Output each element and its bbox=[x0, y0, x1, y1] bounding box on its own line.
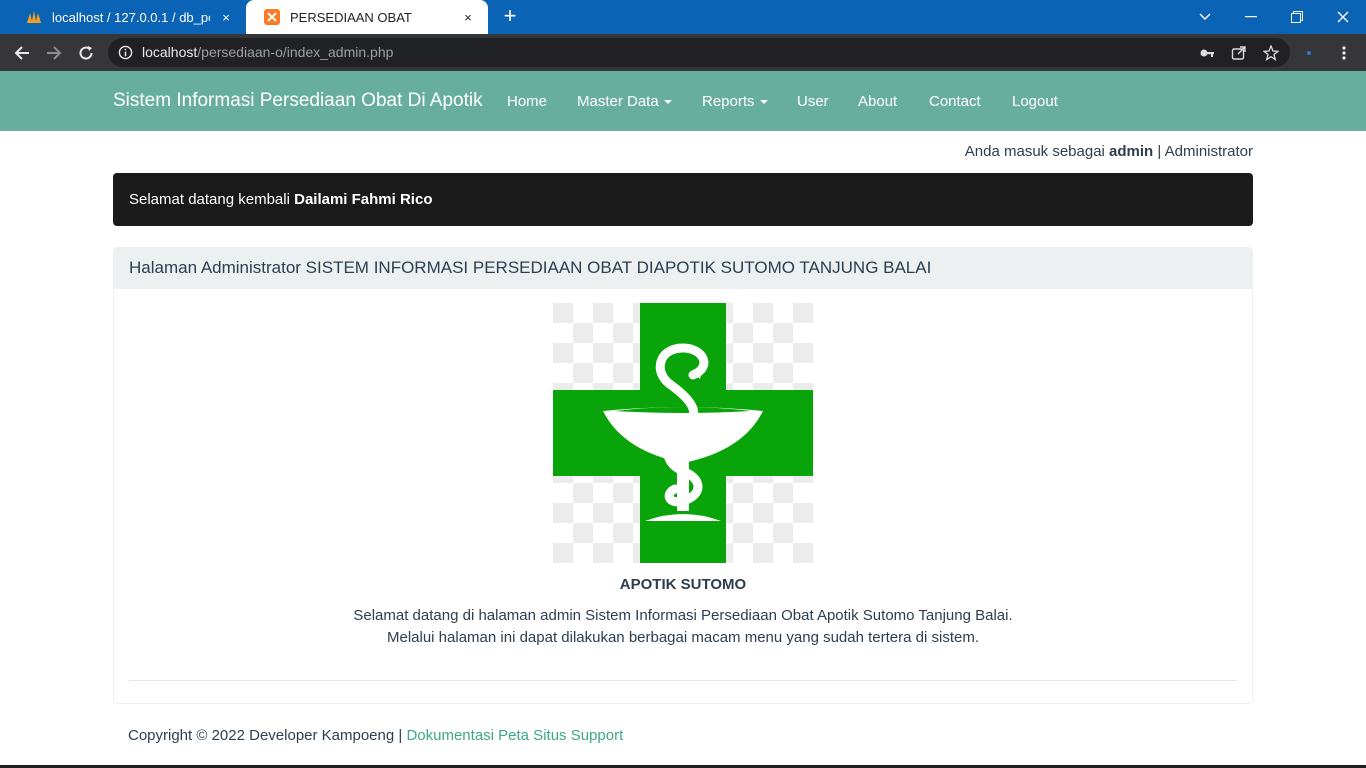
admin-panel: Halaman Administrator SISTEM INFORMASI P… bbox=[113, 247, 1253, 704]
login-role: Administrator bbox=[1164, 143, 1253, 160]
login-username: admin bbox=[1109, 143, 1154, 160]
nav-label: Reports bbox=[702, 93, 755, 110]
description-line-1: Selamat datang di halaman admin Sistem I… bbox=[353, 607, 1013, 624]
share-icon[interactable] bbox=[1230, 44, 1248, 62]
reload-icon[interactable] bbox=[73, 40, 99, 66]
tab-title: localhost / 127.0.0.1 / db_persediaan bbox=[52, 9, 210, 25]
tab-close-icon[interactable]: × bbox=[218, 10, 234, 25]
tab-close-icon[interactable]: × bbox=[460, 10, 476, 25]
shop-name: APOTIK SUTOMO bbox=[619, 576, 747, 593]
browser-toolbar: localhost/persediaan-o/index_admin.php bbox=[0, 34, 1366, 71]
description-line-2: Melalui halaman ini dapat dilakukan berb… bbox=[387, 629, 979, 646]
welcome-alert: Selamat datang kembali Dailami Fahmi Ric… bbox=[113, 173, 1253, 226]
url-path: /persediaan-o/index_admin.php bbox=[197, 44, 394, 60]
pharmacy-logo bbox=[553, 303, 813, 563]
menu-icon[interactable] bbox=[1331, 40, 1357, 66]
site-navbar: Sistem Informasi Persediaan Obat Di Apot… bbox=[0, 71, 1366, 131]
key-icon[interactable] bbox=[1198, 44, 1216, 62]
welcome-text: Selamat datang kembali bbox=[129, 191, 295, 208]
site-brand[interactable]: Sistem Informasi Persediaan Obat Di Apot… bbox=[113, 90, 483, 112]
minimize-icon[interactable] bbox=[1228, 0, 1274, 34]
divider bbox=[129, 680, 1237, 681]
profile-icon[interactable] bbox=[1296, 40, 1322, 66]
login-info: Anda masuk sebagai admin | Administrator bbox=[965, 143, 1253, 160]
address-bar[interactable]: localhost/persediaan-o/index_admin.php bbox=[108, 38, 1290, 67]
browser-tab-persediaan[interactable]: PERSEDIAAN OBAT × bbox=[246, 0, 488, 34]
welcome-user-name: Dailami Fahmi Rico bbox=[294, 191, 433, 208]
login-separator: | bbox=[1153, 143, 1165, 160]
phpmyadmin-icon bbox=[26, 9, 42, 25]
nav-logout[interactable]: Logout bbox=[1012, 93, 1058, 110]
bookmark-star-icon[interactable] bbox=[1262, 44, 1280, 62]
site-info-icon[interactable] bbox=[118, 45, 133, 60]
nav-user[interactable]: User bbox=[797, 93, 829, 110]
back-icon[interactable] bbox=[9, 40, 35, 66]
caret-down-icon bbox=[663, 100, 672, 105]
nav-about[interactable]: About bbox=[858, 93, 897, 110]
nav-master-data[interactable]: Master Data bbox=[577, 93, 672, 110]
nav-contact[interactable]: Contact bbox=[929, 93, 981, 110]
forward-icon[interactable] bbox=[41, 40, 67, 66]
nav-label: Master Data bbox=[577, 93, 659, 110]
login-prefix: Anda masuk sebagai bbox=[964, 143, 1110, 160]
nav-home[interactable]: Home bbox=[507, 93, 547, 110]
copyright-text: Copyright © 2022 Developer Kampoeng | bbox=[128, 727, 407, 744]
footer: Copyright © 2022 Developer Kampoeng | Do… bbox=[128, 727, 623, 744]
restore-icon[interactable] bbox=[1274, 0, 1320, 34]
browser-tab-bar: localhost / 127.0.0.1 / db_persediaan × … bbox=[0, 0, 1366, 34]
nav-reports[interactable]: Reports bbox=[702, 93, 768, 110]
new-tab-button[interactable]: + bbox=[498, 5, 522, 29]
url-text: localhost/persediaan-o/index_admin.php bbox=[142, 44, 393, 60]
tab-search-icon[interactable] bbox=[1182, 0, 1228, 34]
url-host: localhost bbox=[142, 44, 198, 60]
xampp-icon bbox=[264, 9, 280, 25]
panel-heading: Halaman Administrator SISTEM INFORMASI P… bbox=[114, 248, 1252, 289]
footer-links[interactable]: Dokumentasi Peta Situs Support bbox=[406, 727, 623, 744]
caret-down-icon bbox=[759, 100, 768, 105]
tab-title: PERSEDIAAN OBAT bbox=[290, 9, 412, 25]
browser-tab-phpmyadmin[interactable]: localhost / 127.0.0.1 / db_persediaan × bbox=[8, 0, 246, 34]
close-window-icon[interactable] bbox=[1320, 0, 1366, 34]
